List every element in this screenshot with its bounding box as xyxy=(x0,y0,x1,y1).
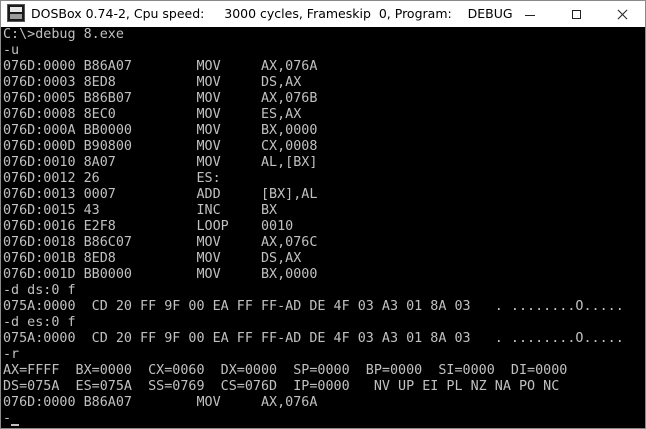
title-bar[interactable]: DOSBox 0.74-2, Cpu speed: 3000 cycles, F… xyxy=(1,1,645,27)
console-line: 076D:0000 B86A07 MOV AX,076A xyxy=(3,395,318,410)
maximize-button[interactable] xyxy=(553,1,599,27)
minimize-icon xyxy=(525,14,535,16)
console-line: 076D:000D B90800 MOV CX,0008 xyxy=(3,139,318,154)
maximize-icon xyxy=(571,9,581,19)
console-line: 076D:0013 0007 ADD [BX],AL xyxy=(3,187,318,202)
text-cursor xyxy=(11,424,19,426)
console-line: 075A:0000 CD 20 FF 9F 00 EA FF FF-AD DE … xyxy=(3,299,624,314)
console-line: 076D:001B 8ED8 MOV DS,AX xyxy=(3,251,302,266)
console-line: DS=075A ES=075A SS=0769 CS=076D IP=0000 … xyxy=(3,379,560,394)
console-line: C:\>debug 8.exe xyxy=(3,27,124,42)
dosbox-icon-top xyxy=(10,7,22,12)
console-line: 076D:0018 B86C07 MOV AX,076C xyxy=(3,235,318,250)
console-line: 076D:000A BB0000 MOV BX,0000 xyxy=(3,123,318,138)
console-line: 076D:0012 26 ES: xyxy=(3,171,221,186)
console-line: -u xyxy=(3,43,20,58)
console-line: 076D:0016 E2F8 LOOP 0010 xyxy=(3,219,294,234)
console-line: -r xyxy=(3,347,20,362)
console-line: 076D:0008 8EC0 MOV ES,AX xyxy=(3,107,302,122)
close-button[interactable] xyxy=(599,1,645,27)
console-line: 076D:0000 B86A07 MOV AX,076A xyxy=(3,59,318,74)
console-line: -d ds:0 f xyxy=(3,283,76,298)
dosbox-window: DOSBox 0.74-2, Cpu speed: 3000 cycles, F… xyxy=(0,0,646,429)
window-title: DOSBox 0.74-2, Cpu speed: 3000 cycles, F… xyxy=(31,6,513,21)
console-line: 076D:0010 8A07 MOV AL,[BX] xyxy=(3,155,318,170)
console-line: AX=FFFF BX=0000 CX=0060 DX=0000 SP=0000 … xyxy=(3,363,568,378)
prompt-line: - xyxy=(3,411,12,426)
console-line: 075A:0000 CD 20 FF 9F 00 EA FF FF-AD DE … xyxy=(3,331,624,346)
console-line: 076D:0015 43 INC BX xyxy=(3,203,278,218)
console-line: 076D:0003 8ED8 MOV DS,AX xyxy=(3,75,302,90)
console-line: -d es:0 f xyxy=(3,315,76,330)
dosbox-icon[interactable] xyxy=(7,4,25,22)
close-icon xyxy=(617,9,628,20)
console-screen[interactable]: C:\>debug 8.exe -u 076D:0000 B86A07 MOV … xyxy=(1,27,645,428)
minimize-button[interactable] xyxy=(507,1,553,27)
dosbox-icon-bottom xyxy=(10,14,22,19)
console-line: 076D:0005 B86B07 MOV AX,076B xyxy=(3,91,318,106)
console-line: 076D:001D BB0000 MOV BX,0000 xyxy=(3,267,318,282)
